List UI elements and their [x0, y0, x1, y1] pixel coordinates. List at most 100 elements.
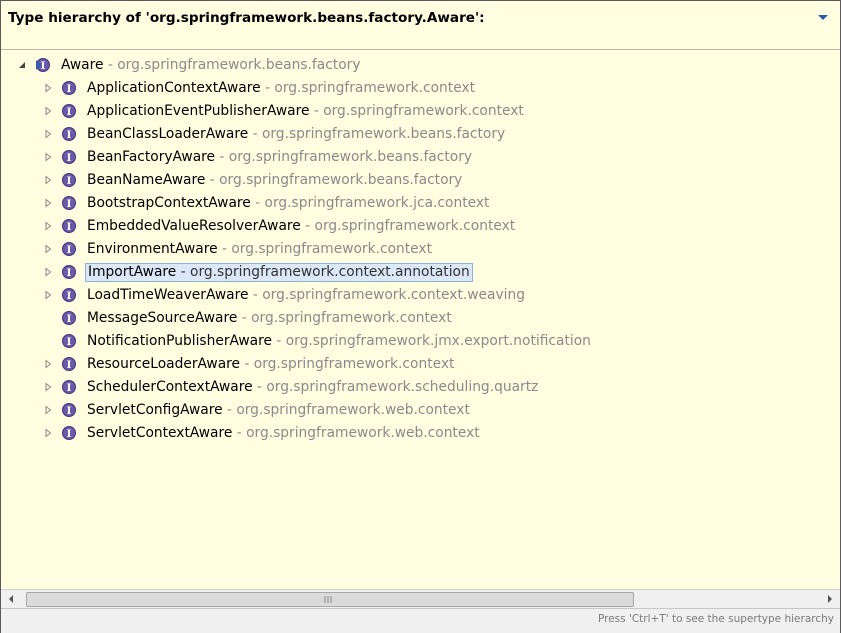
- popup-header: Type hierarchy of 'org.springframework.b…: [1, 1, 840, 50]
- type-name: SchedulerContextAware: [87, 379, 253, 395]
- tree-expand-icon[interactable]: [43, 267, 53, 277]
- tree-item[interactable]: I ImportAware - org.springframework.conte…: [1, 262, 801, 283]
- tree-item-label: MessageSourceAware - org.springframework…: [85, 309, 454, 328]
- tree-expand-icon[interactable]: [43, 175, 53, 185]
- separator: -: [217, 241, 232, 257]
- interface-icon: I: [62, 311, 76, 325]
- svg-text:I: I: [67, 383, 72, 394]
- tree-expand-icon[interactable]: [43, 290, 53, 300]
- status-bar: Press 'Ctrl+T' to see the supertype hier…: [1, 608, 840, 633]
- tree-item[interactable]: I BeanFactoryAware - org.springframework.…: [1, 147, 801, 168]
- tree-expand-icon[interactable]: [43, 83, 53, 93]
- tree-expand-icon[interactable]: [43, 221, 53, 231]
- package-name: org.springframework.jmx.export.notificat…: [285, 333, 591, 349]
- interface-icon: I: [62, 288, 76, 302]
- type-name: BeanFactoryAware: [87, 149, 216, 165]
- scroll-right-icon[interactable]: [821, 590, 838, 608]
- separator: -: [248, 126, 262, 142]
- tree-item-label: BeanClassLoaderAware - org.springframewo…: [85, 125, 507, 144]
- scroll-left-icon[interactable]: [3, 590, 20, 608]
- separator: -: [232, 425, 247, 441]
- package-name: org.springframework.web.context: [236, 402, 470, 418]
- separator: -: [176, 264, 191, 280]
- package-name: org.springframework.beans.factory: [117, 57, 361, 73]
- package-name: org.springframework.context.annotation: [190, 264, 470, 280]
- interface-icon: I: [62, 81, 76, 95]
- interface-icon: I: [62, 265, 76, 279]
- separator: -: [103, 57, 118, 73]
- tree-item[interactable]: I EmbeddedValueResolverAware - org.spring…: [1, 216, 801, 237]
- view-menu-icon[interactable]: [816, 11, 830, 23]
- tree-item[interactable]: I LoadTimeWeaverAware - org.springframewo…: [1, 285, 801, 306]
- tree-expand-icon[interactable]: [43, 152, 53, 162]
- tree-item[interactable]: I ApplicationEventPublisherAware - org.sp…: [1, 101, 801, 122]
- svg-text:I: I: [67, 429, 72, 440]
- svg-text:I: I: [67, 360, 72, 371]
- tree-item-label: BootstrapContextAware - org.springframew…: [85, 194, 491, 213]
- scrollbar-thumb[interactable]: [26, 592, 634, 607]
- tree-collapse-icon[interactable]: [17, 60, 27, 70]
- tree-expand-icon[interactable]: [43, 428, 53, 438]
- type-name: ApplicationContextAware: [87, 80, 261, 96]
- svg-text:I: I: [41, 61, 46, 72]
- separator: -: [271, 333, 286, 349]
- tree-item[interactable]: I SchedulerContextAware - org.springframe…: [1, 377, 801, 398]
- tree-expand-icon[interactable]: [43, 129, 53, 139]
- tree-root-item[interactable]: I Aware - org.springframework.beans.facto…: [1, 55, 801, 76]
- type-name: LoadTimeWeaverAware: [87, 287, 249, 303]
- tree-item-label: BeanNameAware - org.springframework.bean…: [85, 171, 464, 190]
- tree-item[interactable]: I ResourceLoaderAware - org.springframewo…: [1, 354, 801, 375]
- status-hint: Press 'Ctrl+T' to see the supertype hier…: [597, 613, 834, 625]
- svg-text:I: I: [67, 153, 72, 164]
- tree-item[interactable]: I NotificationPublisherAware - org.spring…: [1, 331, 801, 352]
- type-name: BeanClassLoaderAware: [87, 126, 249, 142]
- horizontal-scrollbar[interactable]: [1, 589, 840, 608]
- tree-item[interactable]: I ServletConfigAware - org.springframewor…: [1, 400, 801, 421]
- tree-expand-icon[interactable]: [43, 359, 53, 369]
- type-name: ImportAware: [88, 264, 177, 280]
- tree-expand-icon[interactable]: [43, 405, 53, 415]
- tree-item-label: ResourceLoaderAware - org.springframewor…: [85, 355, 456, 374]
- tree-item[interactable]: I BeanNameAware - org.springframework.bea…: [1, 170, 801, 191]
- type-name: EmbeddedValueResolverAware: [87, 218, 301, 234]
- package-name: org.springframework.context: [274, 80, 476, 96]
- tree-item[interactable]: I EnvironmentAware - org.springframework.…: [1, 239, 801, 260]
- tree-expand-icon[interactable]: [43, 106, 53, 116]
- interface-icon: I: [62, 219, 76, 233]
- tree-expand-icon[interactable]: [43, 244, 53, 254]
- tree-expand-icon[interactable]: [43, 382, 53, 392]
- svg-text:I: I: [67, 222, 72, 233]
- package-name: org.springframework.context: [253, 356, 455, 372]
- tree-item-label: ServletConfigAware - org.springframework…: [85, 401, 472, 420]
- separator: -: [215, 149, 229, 165]
- package-name: org.springframework.context: [323, 103, 524, 119]
- interface-icon: I: [62, 242, 76, 256]
- tree-item-label: ApplicationContextAware - org.springfram…: [85, 79, 477, 98]
- type-name: MessageSourceAware: [87, 310, 238, 326]
- svg-text:I: I: [67, 314, 72, 325]
- interface-icon: I: [62, 196, 76, 210]
- separator: -: [300, 218, 315, 234]
- tree-item[interactable]: I BeanClassLoaderAware - org.springframew…: [1, 124, 801, 145]
- tree-item-label: SchedulerContextAware - org.springframew…: [85, 378, 540, 397]
- tree-expand-icon[interactable]: [43, 198, 53, 208]
- type-name: ApplicationEventPublisherAware: [87, 103, 310, 119]
- interface-icon: I: [62, 104, 76, 118]
- package-name: org.springframework.context: [231, 241, 432, 257]
- interface-icon: I: [62, 380, 76, 394]
- separator: -: [250, 195, 265, 211]
- package-name: org.springframework.beans.factory: [219, 172, 463, 188]
- tree-item[interactable]: I ApplicationContextAware - org.springfra…: [1, 78, 801, 99]
- type-name: NotificationPublisherAware: [87, 333, 272, 349]
- interface-icon: I: [62, 173, 76, 187]
- package-name: org.springframework.context.weaving: [262, 287, 525, 303]
- tree-item[interactable]: I BootstrapContextAware - org.springframe…: [1, 193, 801, 214]
- package-name: org.springframework.beans.factory: [228, 149, 473, 165]
- package-name: org.springframework.beans.factory: [261, 126, 506, 142]
- tree-item[interactable]: I ServletContextAware - org.springframewo…: [1, 423, 801, 444]
- tree-item[interactable]: I MessageSourceAware - org.springframewor…: [1, 308, 801, 329]
- tree-item-label: LoadTimeWeaverAware - org.springframewor…: [85, 286, 527, 305]
- tree-item-label: Aware - org.springframework.beans.factor…: [59, 56, 363, 75]
- interface-icon: I: [62, 426, 76, 440]
- svg-text:I: I: [67, 84, 72, 95]
